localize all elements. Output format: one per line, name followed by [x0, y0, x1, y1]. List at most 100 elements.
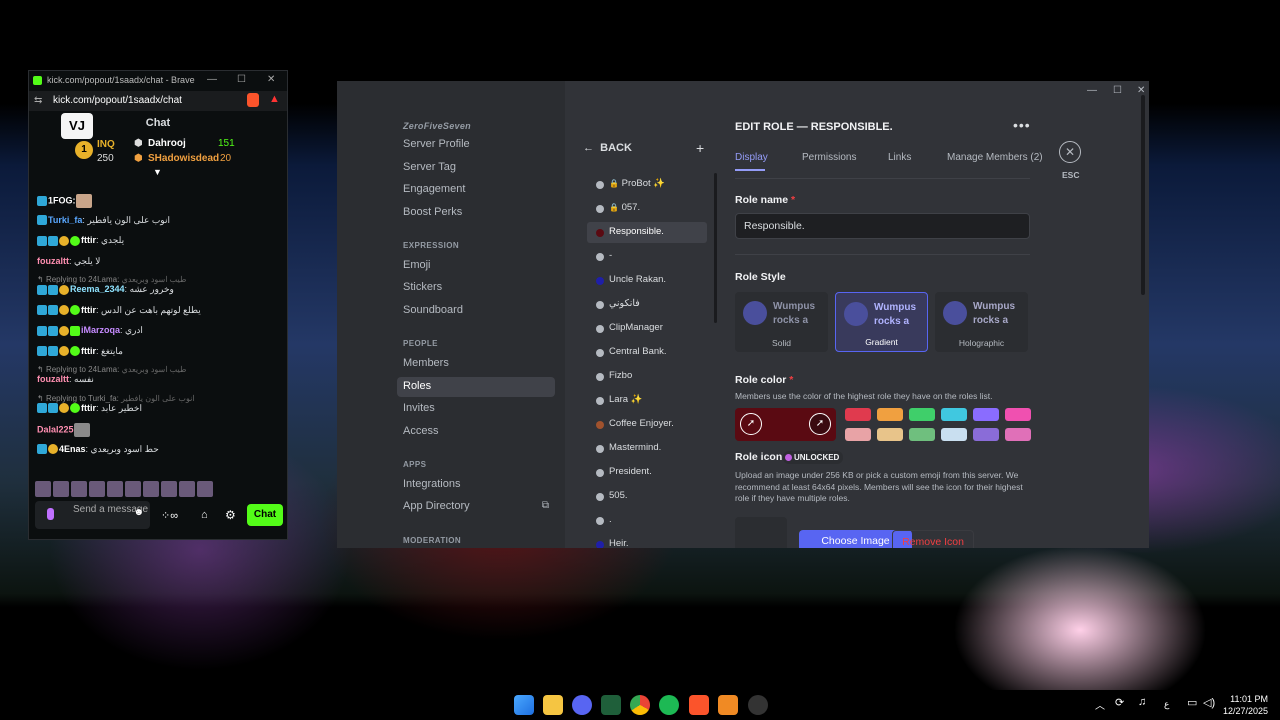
store-icon[interactable]: ⌂: [201, 509, 208, 521]
nav-engagement[interactable]: Engagement: [397, 180, 555, 200]
color-swatch[interactable]: [909, 408, 935, 421]
scrollbar[interactable]: [714, 173, 717, 323]
spotify-icon[interactable]: [659, 695, 679, 715]
nav-server-profile[interactable]: Server Profile: [397, 135, 555, 155]
color-swatch[interactable]: [941, 408, 967, 421]
role-item[interactable]: 🔒 057.: [587, 198, 707, 219]
obs-icon[interactable]: [748, 695, 768, 715]
xbox-icon[interactable]: [601, 695, 621, 715]
nav-integrations[interactable]: Integrations: [397, 475, 555, 495]
brave-icon[interactable]: [689, 695, 709, 715]
role-item[interactable]: .: [587, 510, 707, 531]
maximize-button[interactable]: ☐: [1113, 85, 1122, 96]
file-explorer-icon[interactable]: [543, 695, 563, 715]
emote[interactable]: [35, 481, 51, 497]
chevron-up-icon[interactable]: ︿: [1095, 697, 1105, 712]
role-item[interactable]: President.: [587, 462, 707, 483]
more-options-icon[interactable]: •••: [1013, 117, 1031, 133]
role-item[interactable]: Mastermind.: [587, 438, 707, 459]
emote[interactable]: [71, 481, 87, 497]
mic-icon[interactable]: ♫: [1138, 696, 1146, 708]
windows-start-icon[interactable]: [514, 695, 534, 715]
scrollbar[interactable]: [1141, 95, 1145, 295]
role-item[interactable]: 505.: [587, 486, 707, 507]
emote[interactable]: [107, 481, 123, 497]
role-name-input[interactable]: Responsible.: [735, 213, 1030, 239]
nav-members[interactable]: Members: [397, 354, 555, 374]
network-icon[interactable]: ▭: [1187, 696, 1197, 709]
emote[interactable]: [197, 481, 213, 497]
address-bar[interactable]: ⇆ kick.com/popout/1saadx/chat ▲: [29, 91, 287, 111]
mic-icon[interactable]: [47, 508, 54, 520]
color-swatch[interactable]: [845, 428, 871, 441]
color-swatch[interactable]: [909, 428, 935, 441]
username[interactable]: Turki_fa: [48, 215, 82, 225]
color-swatch[interactable]: [973, 408, 999, 421]
role-item[interactable]: Lara ✨: [587, 390, 707, 411]
chat-input[interactable]: Send a message ☻: [35, 501, 150, 529]
color-swatch[interactable]: [1005, 408, 1031, 421]
emote[interactable]: [161, 481, 177, 497]
nav-boost-perks[interactable]: Boost Perks: [397, 203, 555, 223]
role-item-selected[interactable]: Responsible.: [587, 222, 707, 243]
emote[interactable]: [125, 481, 141, 497]
minimize-button[interactable]: —: [207, 74, 217, 85]
nav-stickers[interactable]: Stickers: [397, 278, 555, 298]
add-role-button[interactable]: +: [696, 140, 704, 156]
color-swatch[interactable]: [877, 428, 903, 441]
tab-display[interactable]: Display: [735, 152, 768, 163]
style-holographic-card[interactable]: Wumpus rocks a Holographic: [935, 292, 1028, 352]
emote[interactable]: [179, 481, 195, 497]
role-item[interactable]: فانكوني: [587, 294, 707, 315]
eyedropper-icon[interactable]: ➚: [740, 413, 762, 435]
role-item[interactable]: Central Bank.: [587, 342, 707, 363]
role-item[interactable]: -: [587, 246, 707, 267]
username[interactable]: fttir: [81, 235, 96, 245]
emote[interactable]: [143, 481, 159, 497]
gear-icon[interactable]: ⚙: [225, 508, 236, 522]
emote[interactable]: [53, 481, 69, 497]
send-chat-button[interactable]: Chat: [247, 504, 283, 526]
back-button[interactable]: ← BACK: [583, 142, 632, 154]
nav-soundboard[interactable]: Soundboard: [397, 301, 555, 321]
color-swatch[interactable]: [877, 408, 903, 421]
role-item[interactable]: Fizbo: [587, 366, 707, 387]
username[interactable]: Reema_2344: [70, 284, 125, 294]
role-item[interactable]: Heir.: [587, 534, 707, 548]
close-button[interactable]: ✕: [267, 74, 275, 85]
remove-icon-button[interactable]: Remove Icon: [892, 530, 974, 548]
username[interactable]: fttir: [81, 403, 96, 413]
site-info-icon[interactable]: ⇆: [34, 95, 42, 106]
chrome-icon[interactable]: [630, 695, 650, 715]
username[interactable]: fouzaltt: [37, 256, 69, 266]
username[interactable]: Dalal225: [37, 424, 74, 434]
color-swatch[interactable]: [973, 428, 999, 441]
role-item[interactable]: ClipManager: [587, 318, 707, 339]
app-icon[interactable]: [718, 695, 738, 715]
nav-server-tag[interactable]: Server Tag: [397, 158, 555, 178]
username[interactable]: fttir: [81, 346, 96, 356]
nav-emoji[interactable]: Emoji: [397, 256, 555, 276]
nav-access[interactable]: Access: [397, 422, 555, 442]
color-swatch[interactable]: [845, 408, 871, 421]
volume-icon[interactable]: ◁): [1203, 696, 1215, 709]
username[interactable]: 1FOG:: [48, 195, 76, 205]
emote[interactable]: [89, 481, 105, 497]
language-indicator[interactable]: ع: [1164, 699, 1169, 710]
discord-icon[interactable]: [572, 695, 592, 715]
username[interactable]: iMarzoqa: [81, 325, 120, 335]
username[interactable]: 4Enas: [59, 444, 86, 454]
style-gradient-card[interactable]: Wumpus rocks a Gradient: [835, 292, 928, 352]
selected-color-swatch[interactable]: ➚ ➚: [735, 408, 836, 441]
role-item[interactable]: 🔒 ProBot ✨: [587, 174, 707, 195]
sync-icon[interactable]: ⟳: [1115, 696, 1124, 709]
color-swatch[interactable]: [1005, 428, 1031, 441]
style-solid-card[interactable]: Wumpus rocks a Solid: [735, 292, 828, 352]
nav-roles[interactable]: Roles: [397, 377, 555, 397]
close-icon[interactable]: ✕: [1059, 141, 1081, 163]
username[interactable]: fttir: [81, 305, 96, 315]
eyedropper-icon[interactable]: ➚: [809, 413, 831, 435]
role-item[interactable]: Uncle Rakan.: [587, 270, 707, 291]
clock[interactable]: 11:01 PM 12/27/2025: [1223, 693, 1268, 717]
emoji-icon[interactable]: ☻: [133, 508, 144, 518]
